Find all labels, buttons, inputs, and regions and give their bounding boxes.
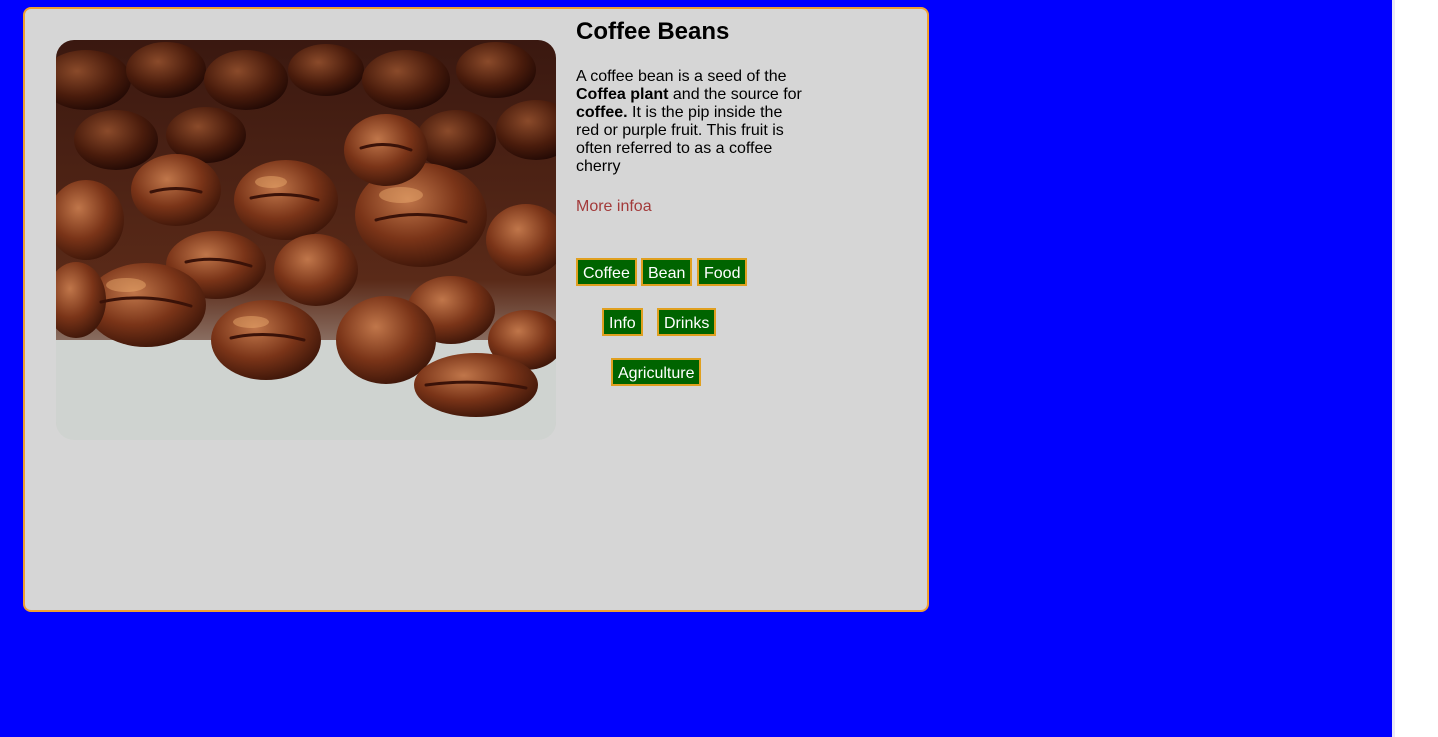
product-card: Coffee Beans A coffee bean is a seed of … — [23, 7, 929, 612]
tag-food[interactable]: Food — [697, 258, 748, 286]
page-scroll-edge — [1392, 0, 1395, 737]
tag-agriculture[interactable]: Agriculture — [611, 358, 702, 386]
tag-bean[interactable]: Bean — [641, 258, 693, 286]
tag-coffee[interactable]: Coffee — [576, 258, 637, 286]
more-info-link[interactable]: More infoa — [576, 198, 652, 216]
card-description: A coffee bean is a seed of the Coffea pl… — [576, 68, 804, 176]
description-text-2: and the source for — [668, 86, 802, 103]
card-title: Coffee Beans — [576, 18, 730, 45]
tag-drinks[interactable]: Drinks — [657, 308, 717, 336]
description-text-1: A coffee bean is a seed of the — [576, 68, 787, 85]
coffee-beans-image — [56, 40, 556, 440]
tag-info[interactable]: Info — [602, 308, 643, 336]
description-bold-1: Coffea plant — [576, 86, 669, 103]
description-bold-2: coffee. — [576, 104, 628, 121]
